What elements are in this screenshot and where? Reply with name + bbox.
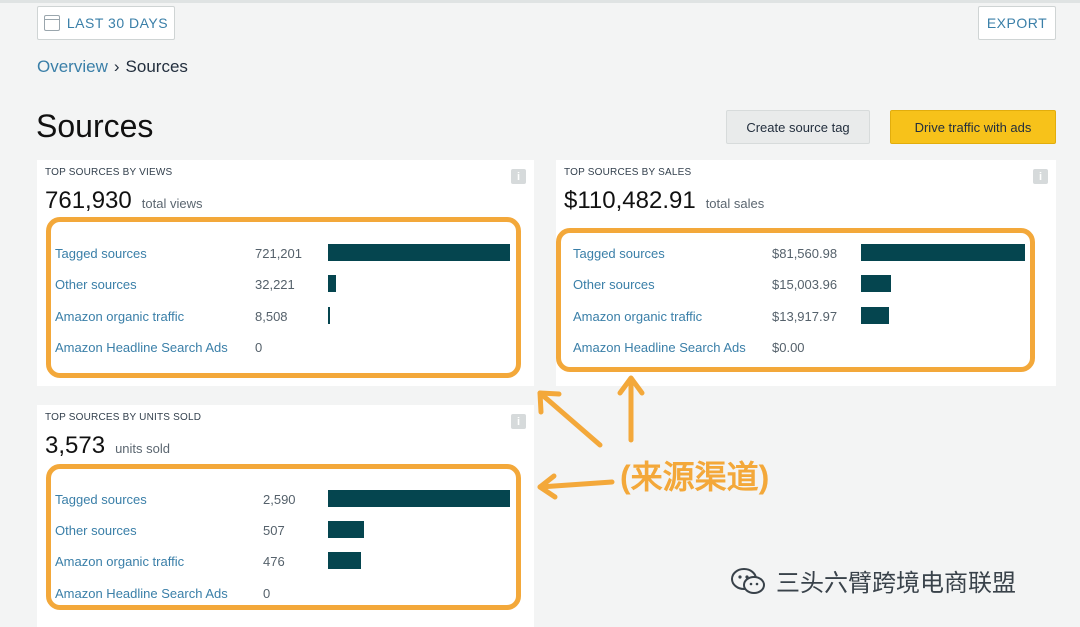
watermark: 三头六臂跨境电商联盟 xyxy=(730,563,1016,598)
arrow-to-views xyxy=(537,390,603,448)
annotation-label: (来源渠道) xyxy=(620,459,770,495)
watermark-text: 三头六臂跨境电商联盟 xyxy=(776,570,1016,597)
wechat-icon xyxy=(731,567,765,594)
arrow-to-units xyxy=(537,479,615,490)
annotation-arrows xyxy=(537,375,645,500)
